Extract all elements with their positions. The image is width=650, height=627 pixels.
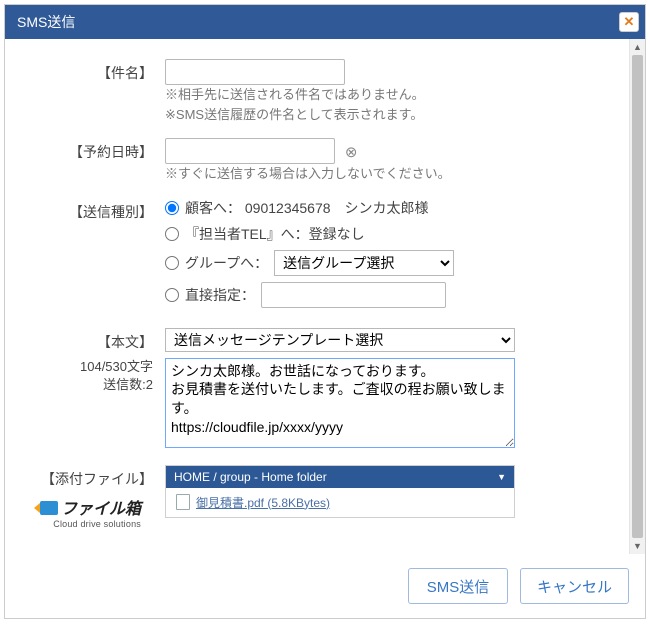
radio-contact-label: 『担当者TEL』へ：登録なし	[185, 224, 365, 244]
message-textarea[interactable]	[165, 358, 515, 448]
attachment-box: HOME / group - Home folder ▼ 御見積書.pdf (5…	[165, 465, 515, 518]
filebox-logo: ファイル箱 Cloud drive solutions	[15, 495, 153, 529]
body-meta: 104/530文字 送信数:2	[15, 358, 165, 451]
label-body: 【本文】	[15, 328, 165, 352]
attachment-item: 御見積書.pdf (5.8KBytes)	[176, 494, 504, 511]
dialog-title: SMS送信	[17, 12, 75, 32]
attachment-file-link[interactable]: 御見積書.pdf (5.8KBytes)	[196, 494, 330, 511]
subject-hint-2: ※SMS送信履歴の件名として表示されます。	[165, 105, 619, 125]
submit-button[interactable]: SMS送信	[408, 568, 508, 604]
schedule-hint: ※すぐに送信する場合は入力しないでください。	[165, 164, 619, 184]
vertical-scrollbar[interactable]: ▲ ▼	[629, 39, 645, 554]
filebox-tagline: Cloud drive solutions	[15, 519, 141, 529]
cancel-button[interactable]: キャンセル	[520, 568, 629, 604]
label-send-type: 【送信種別】	[15, 198, 165, 314]
group-select[interactable]: 送信グループ選択	[274, 250, 454, 276]
radio-customer-label: 顧客へ： 09012345678 シンカ太郎様	[185, 198, 429, 218]
filebox-name: ファイル箱	[61, 501, 141, 518]
scroll-up-icon[interactable]: ▲	[630, 39, 645, 55]
clear-schedule-icon[interactable]: ⊗	[345, 143, 358, 161]
label-subject: 【件名】	[15, 59, 165, 124]
send-count: 送信数:2	[15, 376, 153, 394]
dialog-footer: SMS送信 キャンセル	[5, 554, 645, 618]
label-attachment: 【添付ファイル】	[15, 469, 153, 489]
dialog-titlebar: SMS送信 ✕	[5, 5, 645, 39]
direct-number-input[interactable]	[261, 282, 446, 308]
attachment-breadcrumb: HOME / group - Home folder	[174, 470, 327, 484]
radio-customer[interactable]	[165, 201, 179, 215]
attachment-breadcrumb-bar[interactable]: HOME / group - Home folder ▼	[166, 466, 514, 488]
radio-group-label: グループへ：	[185, 253, 268, 273]
filebox-icon	[40, 501, 58, 515]
scroll-down-icon[interactable]: ▼	[630, 538, 645, 554]
schedule-input[interactable]	[165, 138, 335, 164]
file-icon	[176, 494, 190, 510]
sms-send-dialog: SMS送信 ✕ 【件名】 ※相手先に送信される件名ではありません。 ※SMS送信…	[4, 4, 646, 619]
char-counter: 104/530文字	[15, 358, 153, 376]
label-schedule: 【予約日時】	[15, 138, 165, 184]
dialog-body: 【件名】 ※相手先に送信される件名ではありません。 ※SMS送信履歴の件名として…	[5, 39, 629, 554]
template-select[interactable]: 送信メッセージテンプレート選択	[165, 328, 515, 352]
radio-direct-label: 直接指定：	[185, 285, 255, 305]
radio-group[interactable]	[165, 256, 179, 270]
subject-hint-1: ※相手先に送信される件名ではありません。	[165, 85, 619, 105]
chevron-down-icon: ▼	[497, 472, 506, 482]
subject-input[interactable]	[165, 59, 345, 85]
scroll-thumb[interactable]	[632, 55, 643, 538]
radio-direct[interactable]	[165, 288, 179, 302]
close-button[interactable]: ✕	[619, 12, 639, 32]
radio-contact[interactable]	[165, 227, 179, 241]
close-icon: ✕	[624, 14, 635, 30]
